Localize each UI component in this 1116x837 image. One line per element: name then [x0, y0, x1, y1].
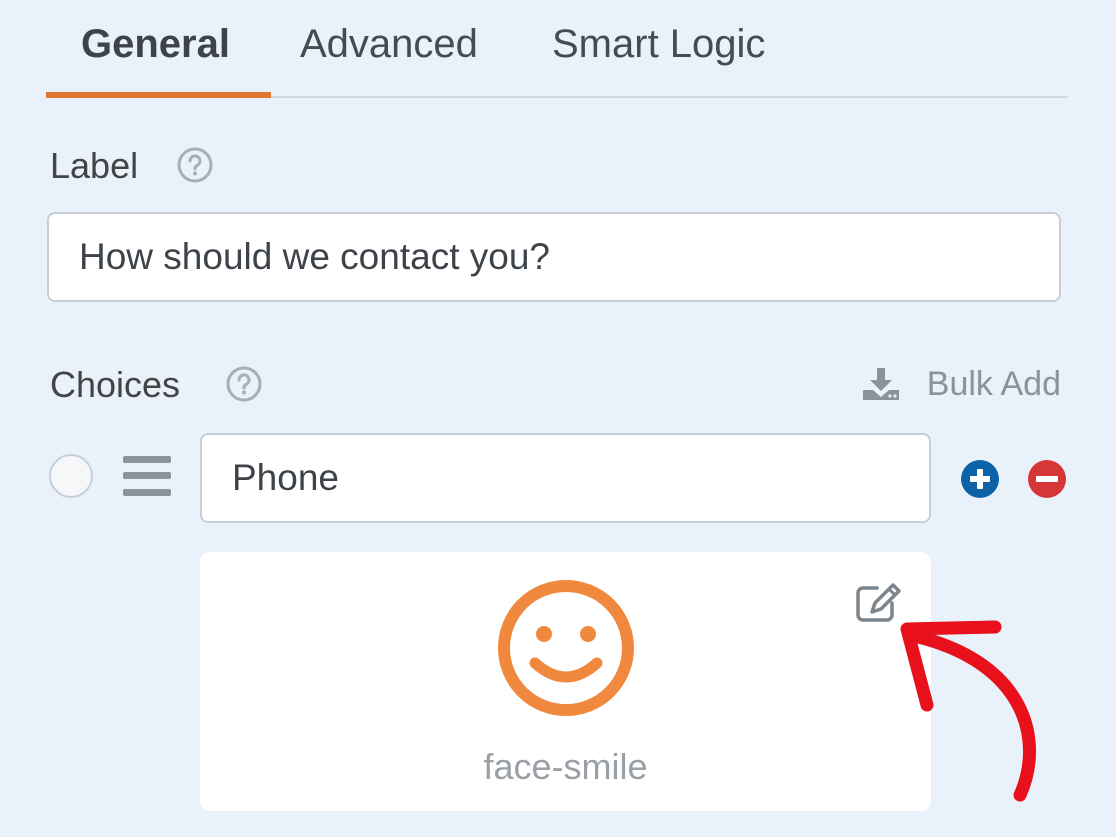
plus-circle-icon[interactable] [960, 459, 1000, 499]
question-circle-icon[interactable] [177, 147, 213, 183]
choice-icon-card: face-smile [200, 552, 931, 811]
label-input[interactable] [47, 212, 1061, 302]
choice-default-radio[interactable] [49, 454, 93, 498]
pen-to-square-icon[interactable] [855, 582, 903, 622]
tab-smart-logic[interactable]: Smart Logic [552, 22, 765, 67]
bulk-add-label: Bulk Add [926, 364, 1061, 403]
choice-icon-name: face-smile [483, 746, 648, 787]
choices-field-label: Choices [50, 364, 181, 405]
active-tab-indicator [46, 92, 271, 98]
bars-icon[interactable] [123, 456, 171, 496]
minus-circle-icon[interactable] [1027, 459, 1067, 499]
face-smile-icon [498, 580, 634, 716]
tab-general[interactable]: General [81, 22, 230, 67]
choice-input[interactable] [200, 433, 931, 523]
question-circle-icon[interactable] [226, 366, 262, 402]
tab-advanced[interactable]: Advanced [300, 22, 478, 67]
bulk-add-button[interactable]: Bulk Add [861, 360, 1061, 408]
label-field-label: Label [50, 145, 139, 186]
tab-bar: General Advanced Smart Logic [46, 0, 1068, 98]
download-icon [862, 368, 899, 400]
